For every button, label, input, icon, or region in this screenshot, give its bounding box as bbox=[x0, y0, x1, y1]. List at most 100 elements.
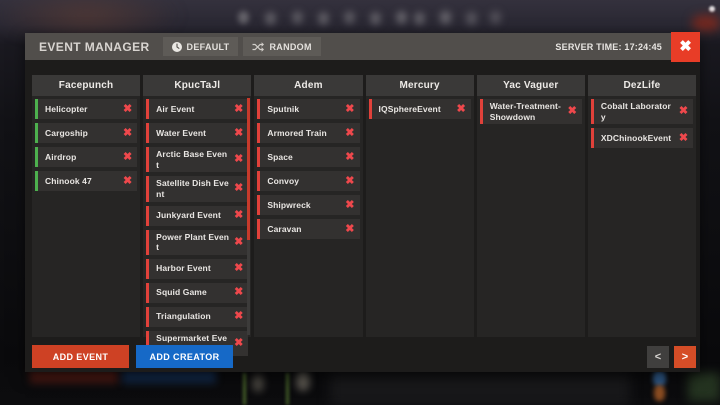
event-item: Convoy ✖ bbox=[257, 171, 359, 191]
delete-event-icon[interactable]: ✖ bbox=[123, 152, 132, 163]
event-item-label: Arctic Base Event bbox=[156, 147, 230, 172]
delete-event-icon[interactable]: ✖ bbox=[234, 263, 243, 274]
event-item: Caravan ✖ bbox=[257, 219, 359, 239]
shuffle-icon bbox=[252, 42, 264, 52]
scrollbar-thumb[interactable] bbox=[247, 98, 250, 240]
column-body: Sputnik✖Armored Train✖Space✖Convoy✖Shipw… bbox=[254, 96, 362, 337]
delete-event-icon[interactable]: ✖ bbox=[568, 106, 577, 117]
event-item: Water-Treatment-Showdown✖ bbox=[480, 99, 582, 124]
event-item-label: Air Event bbox=[156, 102, 230, 117]
event-item: Squid Game ✖ bbox=[146, 283, 248, 303]
event-item-label: Triangulation bbox=[156, 309, 230, 324]
event-item-label: Chinook 47 bbox=[45, 174, 119, 189]
column-header: KpucTaJl bbox=[143, 75, 251, 96]
creator-column: Adem Sputnik✖Armored Train✖Space✖Convoy✖… bbox=[254, 75, 362, 337]
random-button[interactable]: RANDOM bbox=[243, 37, 320, 56]
bg-blob bbox=[688, 373, 720, 401]
add-creator-button[interactable]: ADD CREATOR bbox=[136, 345, 233, 368]
add-event-button[interactable]: ADD EVENT bbox=[32, 345, 129, 368]
delete-event-icon[interactable]: ✖ bbox=[345, 104, 354, 115]
column-header: Yac Vaguer bbox=[477, 75, 585, 96]
panel-header: EVENT MANAGER DEFAULT RANDOM SERVER TIME… bbox=[25, 33, 700, 60]
delete-event-icon[interactable]: ✖ bbox=[234, 311, 243, 322]
event-item: Triangulation ✖ bbox=[146, 307, 248, 327]
event-item-label: Cobalt Laboratory bbox=[601, 99, 675, 124]
creator-column: Mercury IQSphereEvent✖ bbox=[366, 75, 474, 337]
default-button[interactable]: DEFAULT bbox=[163, 37, 239, 56]
delete-event-icon[interactable]: ✖ bbox=[234, 128, 243, 139]
random-button-label: RANDOM bbox=[269, 42, 311, 52]
bg-blob bbox=[286, 373, 289, 405]
creator-column: Yac Vaguer Water-Treatment-Showdown✖ bbox=[477, 75, 585, 337]
event-item: Shipwreck ✖ bbox=[257, 195, 359, 215]
event-item-label: Airdrop bbox=[45, 150, 119, 165]
event-item-label: Caravan bbox=[267, 222, 341, 237]
delete-event-icon[interactable]: ✖ bbox=[234, 104, 243, 115]
event-item: Power Plant Event ✖ bbox=[146, 230, 248, 255]
column-header: Mercury bbox=[366, 75, 474, 96]
prev-page-button[interactable]: < bbox=[647, 346, 669, 368]
delete-event-icon[interactable]: ✖ bbox=[456, 104, 465, 115]
event-item: Arctic Base Event ✖ bbox=[146, 147, 248, 172]
event-item-label: XDChinookEvent bbox=[601, 131, 675, 146]
delete-event-icon[interactable]: ✖ bbox=[123, 128, 132, 139]
column-body: Air Event ✖ Water Event ✖ Arctic Base Event ✖… bbox=[143, 96, 251, 337]
event-item: Sputnik ✖ bbox=[257, 99, 359, 119]
event-item-label: Water Event bbox=[156, 126, 230, 141]
event-item: Air Event ✖ bbox=[146, 99, 248, 119]
event-item: Satellite Dish Event✖ bbox=[146, 176, 248, 201]
event-item-label: Sputnik bbox=[267, 102, 341, 117]
delete-event-icon[interactable]: ✖ bbox=[234, 154, 243, 165]
event-item-label: Squid Game bbox=[156, 285, 230, 300]
event-item: Helicopter ✖ bbox=[35, 99, 137, 119]
event-item: Junkyard Event ✖ bbox=[146, 206, 248, 226]
default-button-label: DEFAULT bbox=[187, 42, 230, 52]
delete-event-icon[interactable]: ✖ bbox=[234, 237, 243, 248]
bg-blob bbox=[653, 371, 666, 386]
column-body: Cobalt Laboratory ✖ XDChinookEvent ✖ bbox=[588, 96, 696, 337]
delete-event-icon[interactable]: ✖ bbox=[345, 224, 354, 235]
event-item-label: Power Plant Event bbox=[156, 230, 230, 255]
close-button[interactable]: ✖ bbox=[671, 32, 700, 62]
next-page-button[interactable]: > bbox=[674, 346, 696, 368]
delete-event-icon[interactable]: ✖ bbox=[234, 210, 243, 221]
event-item: Airdrop ✖ bbox=[35, 147, 137, 167]
event-item: Armored Train✖ bbox=[257, 123, 359, 143]
delete-event-icon[interactable]: ✖ bbox=[679, 106, 688, 117]
event-item-label: Shipwreck bbox=[267, 198, 341, 213]
column-scrollbar[interactable] bbox=[247, 98, 250, 335]
creator-column: KpucTaJl Air Event✖Water Event✖Arctic Ba… bbox=[143, 75, 251, 337]
event-item-label: Space bbox=[267, 150, 341, 165]
event-item-label: Convoy bbox=[267, 174, 341, 189]
delete-event-icon[interactable]: ✖ bbox=[234, 287, 243, 298]
clock-icon bbox=[172, 42, 182, 52]
event-item: Cargoship✖ bbox=[35, 123, 137, 143]
delete-event-icon[interactable]: ✖ bbox=[345, 200, 354, 211]
event-item: Harbor Event ✖ bbox=[146, 259, 248, 279]
event-item: Water Event ✖ bbox=[146, 123, 248, 143]
bg-blob bbox=[330, 372, 630, 405]
delete-event-icon[interactable]: ✖ bbox=[345, 176, 354, 187]
column-body: Water-Treatment-Showdown✖ bbox=[477, 96, 585, 337]
delete-event-icon[interactable]: ✖ bbox=[123, 176, 132, 187]
event-manager-panel: EVENT MANAGER DEFAULT RANDOM SERVER TIME… bbox=[25, 33, 700, 372]
delete-event-icon[interactable]: ✖ bbox=[345, 152, 354, 163]
event-item-label: Helicopter bbox=[45, 102, 119, 117]
event-item-label: Harbor Event bbox=[156, 261, 230, 276]
delete-event-icon[interactable]: ✖ bbox=[345, 128, 354, 139]
bg-blob bbox=[654, 385, 665, 401]
close-icon: ✖ bbox=[679, 39, 692, 54]
bg-blob bbox=[692, 15, 720, 31]
bg-blob bbox=[252, 374, 264, 392]
delete-event-icon[interactable]: ✖ bbox=[234, 183, 243, 194]
delete-event-icon[interactable]: ✖ bbox=[679, 133, 688, 144]
column-header: Facepunch bbox=[32, 75, 140, 96]
event-item-label: Junkyard Event bbox=[156, 208, 230, 223]
event-item: XDChinookEvent ✖ bbox=[591, 128, 693, 148]
event-item: Cobalt Laboratory ✖ bbox=[591, 99, 693, 124]
column-body: Helicopter✖Cargoship✖Airdrop✖Chinook 47✖ bbox=[32, 96, 140, 337]
creator-column: DezLife Cobalt Laboratory✖XDChinookEvent… bbox=[588, 75, 696, 337]
bg-blob bbox=[243, 373, 246, 405]
delete-event-icon[interactable]: ✖ bbox=[123, 104, 132, 115]
column-header: DezLife bbox=[588, 75, 696, 96]
